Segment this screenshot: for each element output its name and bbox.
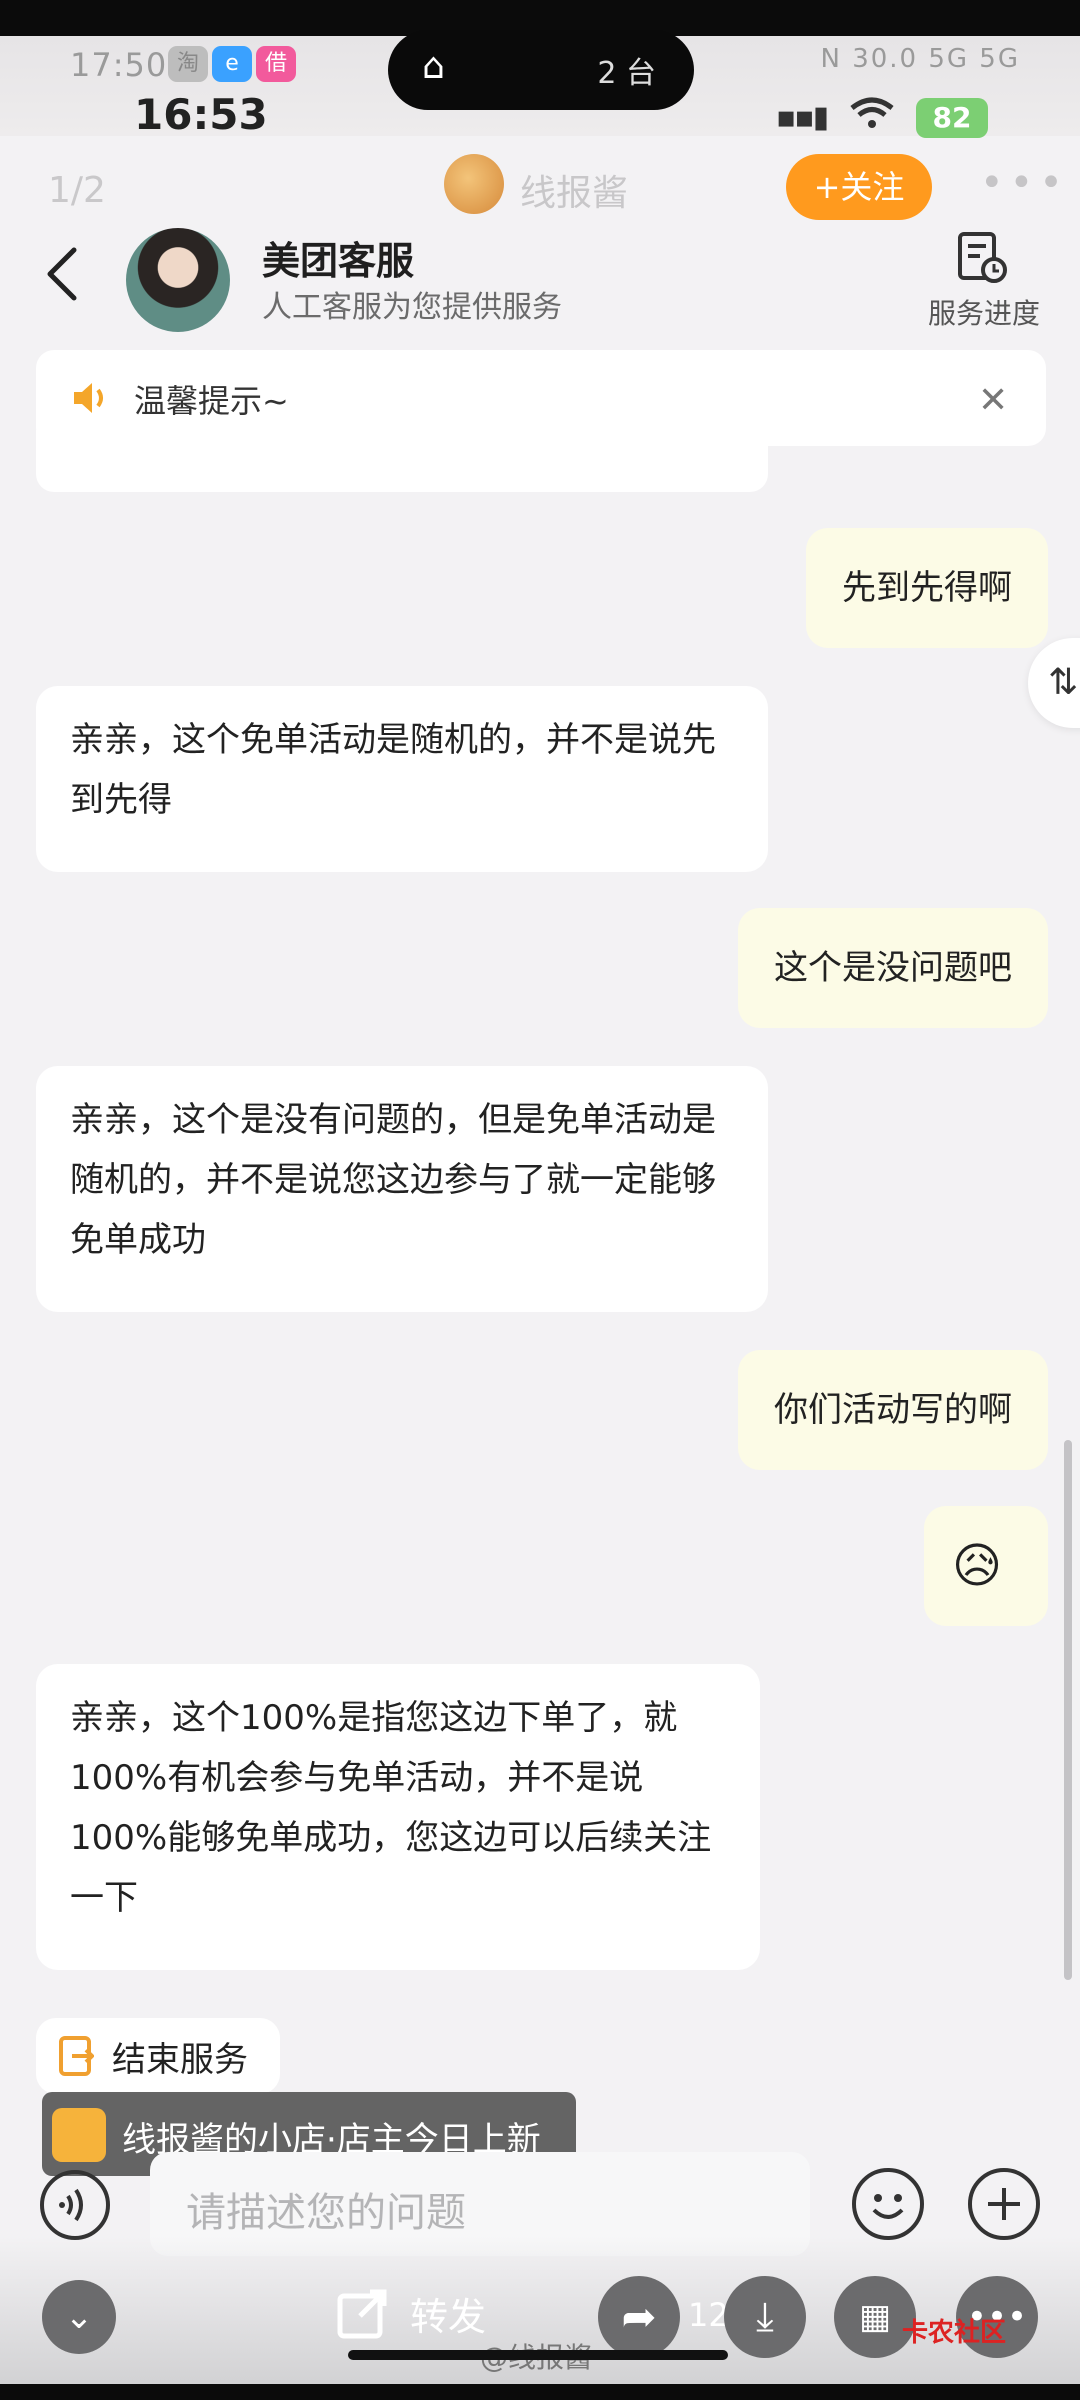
service-progress-label[interactable]: 服务进度 <box>928 292 1040 332</box>
message-bubble-left: 亲亲，这个是没有问题的，但是免单活动是随机的，并不是说您这边参与了就一定能够免单… <box>36 1066 768 1312</box>
collapse-chevron-icon[interactable]: ⌄ <box>42 2280 116 2354</box>
page-indicator: 1/2 <box>48 170 106 211</box>
dynamic-island: ⌂ 2 台 <box>388 30 694 110</box>
message-bubble-left: 亲亲，这个免单活动是随机的，并不是说先到先得 <box>36 686 768 872</box>
share-arrow-icon[interactable]: ➦ <box>598 2276 680 2358</box>
message-bubble-right: 你们活动写的啊 <box>738 1350 1048 1470</box>
service-progress-icon[interactable] <box>954 230 1010 286</box>
chat-scrollbar[interactable] <box>1064 1440 1072 1980</box>
download-icon[interactable]: ⤓ <box>724 2276 806 2358</box>
home-indicator[interactable] <box>348 2350 728 2360</box>
message-input-placeholder[interactable]: 请描述您的问题 <box>186 2180 466 2238</box>
repost-label[interactable]: 转发 <box>410 2286 486 2341</box>
outer-bottom-strip <box>0 2384 1080 2400</box>
status-time: 16:53 <box>134 90 268 139</box>
message-bubble-left: 亲亲，这个100%是指您这边下单了，就100%有机会参与免单活动，并不是说100… <box>36 1664 760 1970</box>
loan-app-icon: 借 <box>256 46 296 82</box>
exit-icon <box>58 2034 95 2078</box>
cellular-signal-icon: ▪▪▮ <box>776 100 829 135</box>
battery-indicator: 82 <box>916 98 988 138</box>
chat-title: 美团客服 <box>262 239 415 283</box>
site-watermark: 卡农社区 <box>902 2318 1007 2348</box>
outer-status-indicators: N 30.0 5G 5G <box>820 44 1020 74</box>
scroll-toggle-icon[interactable]: ⇅ <box>1028 638 1080 728</box>
shop-icon <box>52 2108 106 2162</box>
emoji-picker-icon[interactable] <box>852 2168 924 2240</box>
repost-icon[interactable] <box>334 2286 390 2342</box>
author-name[interactable]: 线报酱 <box>520 164 628 216</box>
emoji-message-bubble: 😥 <box>924 1506 1048 1626</box>
more-options-icon[interactable]: ••• <box>980 160 1069 206</box>
eleme-app-icon: e <box>212 46 252 82</box>
author-avatar[interactable] <box>444 154 504 214</box>
chat-subtitle: 人工客服为您提供服务 <box>262 290 562 325</box>
agent-avatar <box>126 228 230 332</box>
back-arrow-icon[interactable] <box>34 238 94 310</box>
add-attachment-icon[interactable] <box>968 2168 1040 2240</box>
wifi-icon <box>850 96 894 139</box>
close-notice-icon[interactable]: ✕ <box>978 380 1008 421</box>
taobao-app-icon: 淘 <box>168 46 208 82</box>
share-count: 12 <box>688 2296 729 2334</box>
speaker-icon <box>70 378 110 418</box>
message-bubble-right: 先到先得啊 <box>806 528 1048 648</box>
hotspot-icon: ⌂ <box>422 46 445 87</box>
voice-input-icon[interactable] <box>40 2170 110 2240</box>
message-bubble-right: 这个是没问题吧 <box>738 908 1048 1028</box>
notice-text: 温馨提示~ <box>134 382 289 420</box>
outer-status-time: 17:50 <box>70 46 168 84</box>
follow-button[interactable]: +关注 <box>786 154 932 220</box>
island-device-count: 2 台 <box>597 56 656 91</box>
end-service-label[interactable]: 结束服务 <box>112 2032 248 2081</box>
